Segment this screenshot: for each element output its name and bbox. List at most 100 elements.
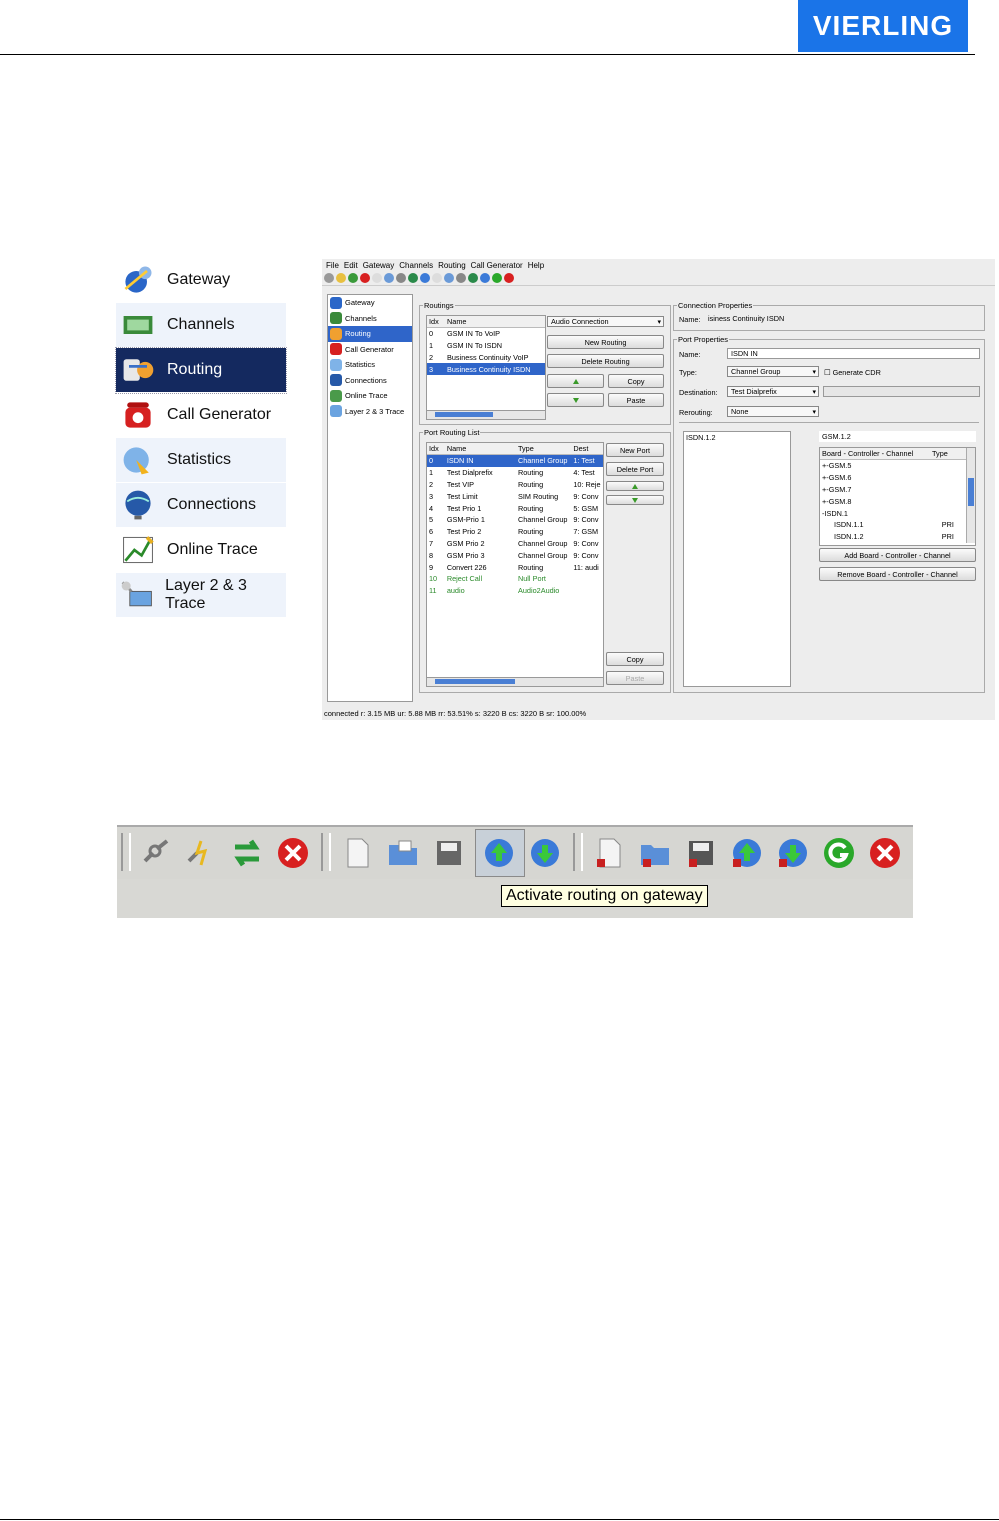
close-icon[interactable] bbox=[275, 835, 311, 871]
sidebar-item-layer-trace[interactable]: Layer 2 & 3 Trace bbox=[328, 404, 412, 420]
new-file-icon[interactable] bbox=[339, 835, 375, 871]
list-item[interactable]: 1 GSM IN To ISDN bbox=[427, 340, 545, 352]
save-icon[interactable] bbox=[396, 273, 406, 283]
tree-item[interactable]: ISDN.1.1 PRI bbox=[820, 519, 975, 531]
list-item-selected[interactable]: 3 Business Continuity ISDN bbox=[427, 363, 545, 376]
table-row[interactable]: 7 GSM Prio 2 Channel Group 9: Conv bbox=[427, 538, 603, 550]
fetch-routing-icon[interactable] bbox=[527, 835, 563, 871]
tree-item[interactable]: +-GSM.6 bbox=[820, 472, 975, 484]
new-doc-icon[interactable] bbox=[591, 835, 627, 871]
destination-extra-field[interactable] bbox=[823, 386, 980, 397]
port-type-combo[interactable]: Channel Group bbox=[727, 366, 819, 377]
channel-field[interactable]: GSM.1.2 bbox=[819, 431, 976, 442]
tree-item[interactable]: +-GSM.8 bbox=[820, 495, 975, 507]
nav-item-call-generator[interactable]: Call Generator bbox=[116, 393, 286, 438]
table-row[interactable]: 4 Test Prio 1 Routing 5: GSM bbox=[427, 502, 603, 514]
open-folder-icon[interactable] bbox=[384, 273, 394, 283]
activate-routing-icon[interactable] bbox=[481, 835, 517, 871]
menu-edit[interactable]: Edit bbox=[344, 261, 358, 270]
download-doc-icon[interactable] bbox=[775, 835, 811, 871]
menu-routing[interactable]: Routing bbox=[438, 261, 466, 270]
new-doc-icon[interactable] bbox=[432, 273, 442, 283]
download-icon[interactable] bbox=[420, 273, 430, 283]
connect-icon[interactable] bbox=[324, 273, 334, 283]
port-routing-list[interactable]: Idx Name Type Dest 0 ISDN IN Channel Group 1: … bbox=[426, 442, 604, 679]
delete-routing-button[interactable]: Delete Routing bbox=[547, 354, 664, 368]
nav-item-connections[interactable]: Connections bbox=[116, 483, 286, 528]
refresh-icon[interactable] bbox=[492, 273, 502, 283]
list-item[interactable]: 2 Business Continuity VoIP bbox=[427, 352, 545, 364]
sidebar-item-channels[interactable]: Channels bbox=[328, 311, 412, 327]
port-name-input[interactable]: ISDN IN bbox=[727, 348, 980, 359]
connect-icon[interactable] bbox=[139, 835, 175, 871]
menu-help[interactable]: Help bbox=[528, 261, 544, 270]
sidebar-item-routing[interactable]: Routing bbox=[328, 326, 412, 342]
sidebar-item-statistics[interactable]: Statistics bbox=[328, 357, 412, 373]
menu-gateway[interactable]: Gateway bbox=[363, 261, 395, 270]
new-file-icon[interactable] bbox=[372, 273, 382, 283]
paste-port-button[interactable]: Paste bbox=[606, 671, 664, 685]
disconnect-icon[interactable] bbox=[183, 835, 219, 871]
tree-item[interactable]: ISDN.1.2 PRI bbox=[820, 531, 975, 543]
move-up-button[interactable] bbox=[547, 374, 604, 388]
open-doc-icon[interactable] bbox=[444, 273, 454, 283]
table-row[interactable]: 9 Convert 226 Routing 11: audi bbox=[427, 561, 603, 573]
stop-icon[interactable] bbox=[504, 273, 514, 283]
port-move-up-button[interactable] bbox=[606, 481, 664, 491]
save-icon[interactable] bbox=[431, 835, 467, 871]
table-row[interactable]: 1 Test Dialprefix Routing 4: Test bbox=[427, 467, 603, 479]
menu-file[interactable]: File bbox=[326, 261, 339, 270]
transfer-icon[interactable] bbox=[229, 835, 265, 871]
save-doc-icon[interactable] bbox=[456, 273, 466, 283]
tree-item[interactable]: -ISDN.1 bbox=[820, 507, 975, 519]
sidebar-item-gateway[interactable]: Gateway bbox=[328, 295, 412, 311]
assigned-channels-list[interactable]: ISDN.1.2 bbox=[683, 431, 791, 687]
routing-type-combo[interactable]: Audio Connection bbox=[547, 316, 664, 327]
refresh-icon[interactable] bbox=[821, 835, 857, 871]
close-icon[interactable] bbox=[360, 273, 370, 283]
menu-channels[interactable]: Channels bbox=[399, 261, 433, 270]
stop-icon[interactable] bbox=[867, 835, 903, 871]
connection-name-input[interactable]: isiness Continuity ISDN bbox=[705, 313, 797, 324]
disconnect-icon[interactable] bbox=[336, 273, 346, 283]
table-row[interactable]: 3 Test Limit SIM Routing 9: Conv bbox=[427, 490, 603, 502]
open-doc-icon[interactable] bbox=[637, 835, 673, 871]
nav-item-statistics[interactable]: Statistics bbox=[116, 438, 286, 483]
tree-item[interactable]: +-GSM.5 bbox=[820, 460, 975, 472]
destination-combo[interactable]: Test Dialprefix bbox=[727, 386, 819, 397]
tree-vscrollbar[interactable] bbox=[966, 448, 975, 543]
table-row[interactable]: 5 GSM-Prio 1 Channel Group 9: Conv bbox=[427, 514, 603, 526]
table-row[interactable]: 0 ISDN IN Channel Group 1: Test bbox=[427, 455, 603, 467]
table-row[interactable]: 8 GSM Prio 3 Channel Group 9: Conv bbox=[427, 549, 603, 561]
nav-item-channels[interactable]: Channels bbox=[116, 303, 286, 348]
copy-port-button[interactable]: Copy bbox=[606, 652, 664, 666]
nav-item-routing[interactable]: Routing bbox=[115, 347, 287, 394]
sidebar-item-call-generator[interactable]: Call Generator bbox=[328, 342, 412, 358]
list-item[interactable]: ISDN.1.2 bbox=[684, 432, 790, 444]
upload-doc-icon[interactable] bbox=[729, 835, 765, 871]
table-row[interactable]: 2 Test VIP Routing 10: Reje bbox=[427, 479, 603, 491]
routings-hscrollbar[interactable] bbox=[426, 410, 546, 420]
nav-item-online-trace[interactable]: Online Trace bbox=[116, 528, 286, 573]
generate-cdr-checkbox[interactable]: ☐ Generate CDR bbox=[824, 368, 881, 377]
paste-routing-button[interactable]: Paste bbox=[608, 393, 664, 407]
table-row[interactable]: 11 audio Audio2Audio bbox=[427, 585, 603, 597]
remove-channel-button[interactable]: Remove Board - Controller - Channel bbox=[819, 567, 976, 581]
save-doc-icon[interactable] bbox=[683, 835, 719, 871]
board-tree[interactable]: Board - Controller - Channel Type +-GSM.5… bbox=[819, 447, 976, 546]
table-row[interactable]: 10 Reject Call Null Port bbox=[427, 573, 603, 585]
transfer-icon[interactable] bbox=[348, 273, 358, 283]
open-folder-icon[interactable] bbox=[385, 835, 421, 871]
table-row[interactable]: 6 Test Prio 2 Routing 7: GSM bbox=[427, 526, 603, 538]
sidebar-item-online-trace[interactable]: Online Trace bbox=[328, 388, 412, 404]
port-move-down-button[interactable] bbox=[606, 495, 664, 505]
routings-list[interactable]: Idx Name 0 GSM IN To VoIP 1 GSM IN To ISDN … bbox=[426, 315, 546, 412]
new-port-button[interactable]: New Port bbox=[606, 443, 664, 457]
copy-routing-button[interactable]: Copy bbox=[608, 374, 664, 388]
nav-item-layer-trace[interactable]: Layer 2 & 3 Trace bbox=[116, 573, 286, 618]
list-item[interactable]: 0 GSM IN To VoIP bbox=[427, 328, 545, 340]
menu-call-generator[interactable]: Call Generator bbox=[471, 261, 523, 270]
fetch-icon[interactable] bbox=[480, 273, 490, 283]
port-list-hscrollbar[interactable] bbox=[426, 677, 604, 687]
new-routing-button[interactable]: New Routing bbox=[547, 335, 664, 349]
